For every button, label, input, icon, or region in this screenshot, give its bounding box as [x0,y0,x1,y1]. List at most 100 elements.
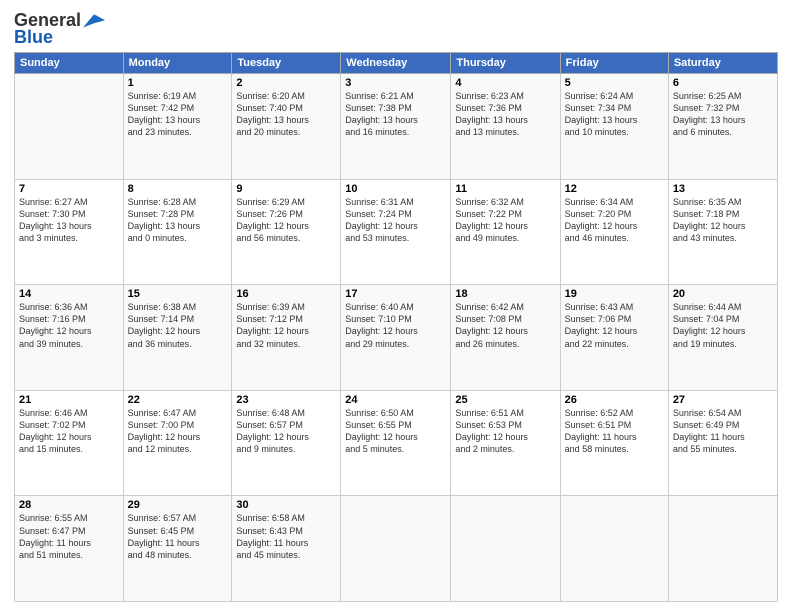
day-info: Sunrise: 6:28 AM Sunset: 7:28 PM Dayligh… [128,196,228,245]
day-info: Sunrise: 6:55 AM Sunset: 6:47 PM Dayligh… [19,512,119,561]
day-number: 16 [236,288,336,300]
table-row: 5Sunrise: 6:24 AM Sunset: 7:34 PM Daylig… [560,74,668,180]
day-number: 25 [455,394,555,406]
logo-bird-icon [83,14,105,28]
header-saturday: Saturday [668,53,777,74]
calendar-week-row: 7Sunrise: 6:27 AM Sunset: 7:30 PM Daylig… [15,179,778,285]
header-friday: Friday [560,53,668,74]
header-thursday: Thursday [451,53,560,74]
table-row: 19Sunrise: 6:43 AM Sunset: 7:06 PM Dayli… [560,285,668,391]
day-info: Sunrise: 6:42 AM Sunset: 7:08 PM Dayligh… [455,301,555,350]
table-row: 3Sunrise: 6:21 AM Sunset: 7:38 PM Daylig… [341,74,451,180]
day-info: Sunrise: 6:23 AM Sunset: 7:36 PM Dayligh… [455,90,555,139]
page-header: General Blue [14,10,778,48]
day-number: 18 [455,288,555,300]
day-number: 23 [236,394,336,406]
logo: General Blue [14,10,105,48]
day-number: 15 [128,288,228,300]
day-info: Sunrise: 6:43 AM Sunset: 7:06 PM Dayligh… [565,301,664,350]
day-number: 11 [455,183,555,195]
table-row: 16Sunrise: 6:39 AM Sunset: 7:12 PM Dayli… [232,285,341,391]
day-info: Sunrise: 6:21 AM Sunset: 7:38 PM Dayligh… [345,90,446,139]
day-number: 30 [236,499,336,511]
day-number: 26 [565,394,664,406]
day-number: 12 [565,183,664,195]
day-number: 2 [236,77,336,89]
table-row [560,496,668,602]
table-row: 18Sunrise: 6:42 AM Sunset: 7:08 PM Dayli… [451,285,560,391]
day-number: 24 [345,394,446,406]
table-row: 20Sunrise: 6:44 AM Sunset: 7:04 PM Dayli… [668,285,777,391]
day-number: 6 [673,77,773,89]
day-number: 17 [345,288,446,300]
day-info: Sunrise: 6:29 AM Sunset: 7:26 PM Dayligh… [236,196,336,245]
day-number: 27 [673,394,773,406]
day-info: Sunrise: 6:38 AM Sunset: 7:14 PM Dayligh… [128,301,228,350]
table-row: 27Sunrise: 6:54 AM Sunset: 6:49 PM Dayli… [668,390,777,496]
weekday-header-row: Sunday Monday Tuesday Wednesday Thursday… [15,53,778,74]
day-info: Sunrise: 6:24 AM Sunset: 7:34 PM Dayligh… [565,90,664,139]
day-info: Sunrise: 6:52 AM Sunset: 6:51 PM Dayligh… [565,407,664,456]
table-row: 26Sunrise: 6:52 AM Sunset: 6:51 PM Dayli… [560,390,668,496]
table-row: 22Sunrise: 6:47 AM Sunset: 7:00 PM Dayli… [123,390,232,496]
day-info: Sunrise: 6:31 AM Sunset: 7:24 PM Dayligh… [345,196,446,245]
day-number: 4 [455,77,555,89]
logo-blue-text: Blue [14,27,53,48]
day-info: Sunrise: 6:34 AM Sunset: 7:20 PM Dayligh… [565,196,664,245]
table-row: 25Sunrise: 6:51 AM Sunset: 6:53 PM Dayli… [451,390,560,496]
day-number: 21 [19,394,119,406]
day-number: 20 [673,288,773,300]
day-info: Sunrise: 6:35 AM Sunset: 7:18 PM Dayligh… [673,196,773,245]
day-info: Sunrise: 6:44 AM Sunset: 7:04 PM Dayligh… [673,301,773,350]
header-monday: Monday [123,53,232,74]
day-info: Sunrise: 6:58 AM Sunset: 6:43 PM Dayligh… [236,512,336,561]
table-row: 10Sunrise: 6:31 AM Sunset: 7:24 PM Dayli… [341,179,451,285]
day-number: 5 [565,77,664,89]
day-info: Sunrise: 6:47 AM Sunset: 7:00 PM Dayligh… [128,407,228,456]
day-number: 3 [345,77,446,89]
day-number: 7 [19,183,119,195]
header-wednesday: Wednesday [341,53,451,74]
day-number: 22 [128,394,228,406]
day-info: Sunrise: 6:46 AM Sunset: 7:02 PM Dayligh… [19,407,119,456]
day-info: Sunrise: 6:25 AM Sunset: 7:32 PM Dayligh… [673,90,773,139]
calendar-week-row: 21Sunrise: 6:46 AM Sunset: 7:02 PM Dayli… [15,390,778,496]
table-row [341,496,451,602]
table-row: 29Sunrise: 6:57 AM Sunset: 6:45 PM Dayli… [123,496,232,602]
table-row: 17Sunrise: 6:40 AM Sunset: 7:10 PM Dayli… [341,285,451,391]
table-row: 2Sunrise: 6:20 AM Sunset: 7:40 PM Daylig… [232,74,341,180]
day-info: Sunrise: 6:51 AM Sunset: 6:53 PM Dayligh… [455,407,555,456]
day-number: 29 [128,499,228,511]
calendar-table: Sunday Monday Tuesday Wednesday Thursday… [14,52,778,602]
table-row: 4Sunrise: 6:23 AM Sunset: 7:36 PM Daylig… [451,74,560,180]
table-row: 24Sunrise: 6:50 AM Sunset: 6:55 PM Dayli… [341,390,451,496]
day-info: Sunrise: 6:20 AM Sunset: 7:40 PM Dayligh… [236,90,336,139]
day-info: Sunrise: 6:27 AM Sunset: 7:30 PM Dayligh… [19,196,119,245]
day-info: Sunrise: 6:39 AM Sunset: 7:12 PM Dayligh… [236,301,336,350]
table-row: 14Sunrise: 6:36 AM Sunset: 7:16 PM Dayli… [15,285,124,391]
day-info: Sunrise: 6:36 AM Sunset: 7:16 PM Dayligh… [19,301,119,350]
day-info: Sunrise: 6:32 AM Sunset: 7:22 PM Dayligh… [455,196,555,245]
day-info: Sunrise: 6:50 AM Sunset: 6:55 PM Dayligh… [345,407,446,456]
day-number: 8 [128,183,228,195]
table-row: 15Sunrise: 6:38 AM Sunset: 7:14 PM Dayli… [123,285,232,391]
header-tuesday: Tuesday [232,53,341,74]
table-row: 9Sunrise: 6:29 AM Sunset: 7:26 PM Daylig… [232,179,341,285]
day-info: Sunrise: 6:40 AM Sunset: 7:10 PM Dayligh… [345,301,446,350]
table-row: 1Sunrise: 6:19 AM Sunset: 7:42 PM Daylig… [123,74,232,180]
table-row: 6Sunrise: 6:25 AM Sunset: 7:32 PM Daylig… [668,74,777,180]
day-number: 9 [236,183,336,195]
table-row [668,496,777,602]
table-row: 30Sunrise: 6:58 AM Sunset: 6:43 PM Dayli… [232,496,341,602]
day-info: Sunrise: 6:48 AM Sunset: 6:57 PM Dayligh… [236,407,336,456]
table-row [451,496,560,602]
table-row: 7Sunrise: 6:27 AM Sunset: 7:30 PM Daylig… [15,179,124,285]
day-info: Sunrise: 6:57 AM Sunset: 6:45 PM Dayligh… [128,512,228,561]
day-number: 14 [19,288,119,300]
table-row: 12Sunrise: 6:34 AM Sunset: 7:20 PM Dayli… [560,179,668,285]
calendar-week-row: 14Sunrise: 6:36 AM Sunset: 7:16 PM Dayli… [15,285,778,391]
day-number: 1 [128,77,228,89]
day-info: Sunrise: 6:54 AM Sunset: 6:49 PM Dayligh… [673,407,773,456]
day-number: 13 [673,183,773,195]
table-row: 11Sunrise: 6:32 AM Sunset: 7:22 PM Dayli… [451,179,560,285]
